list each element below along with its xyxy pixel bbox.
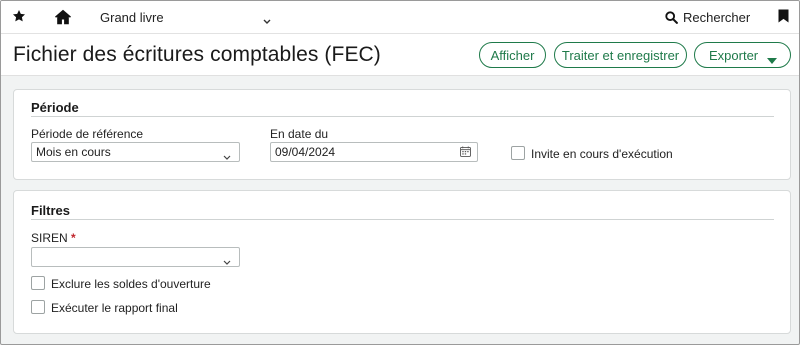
final-report-checkbox[interactable] [31,300,45,314]
filtres-title: Filtres [31,203,71,218]
periode-panel: Période Période de référence Mois en cou… [13,89,791,180]
as-of-date-value: 09/04/2024 [275,145,336,159]
invite-label: Invite en cours d'exécution [531,147,673,161]
siren-select[interactable] [31,247,240,267]
reference-period-select[interactable]: Mois en cours [31,142,240,162]
filtres-panel: Filtres SIREN * Exclure les soldes d'ouv… [13,190,791,334]
required-marker: * [71,231,76,245]
page-title: Fichier des écritures comptables (FEC) [13,43,381,66]
periode-title: Période [31,100,79,115]
exporter-button[interactable]: Exporter [694,42,791,68]
star-icon[interactable] [12,9,26,28]
exporter-label: Exporter [709,47,759,63]
reference-period-label: Période de référence [31,127,144,141]
invite-checkbox[interactable] [511,146,525,160]
calendar-icon[interactable] [460,146,471,160]
search-label: Rechercher [683,10,751,25]
siren-label: SIREN * [31,231,76,245]
search-button[interactable]: Rechercher [665,1,750,34]
search-icon [665,11,678,24]
home-icon[interactable] [54,9,72,30]
top-nav-bar: Grand livre Rechercher [1,1,799,34]
module-label: Grand livre [100,10,164,25]
chevron-down-icon [223,149,231,163]
final-report-label: Exécuter le rapport final [51,301,178,315]
as-of-date-label: En date du [270,127,329,141]
exclude-opening-balances-label: Exclure les soldes d'ouverture [51,277,211,291]
page-header: Fichier des écritures comptables (FEC) A… [1,34,799,76]
divider [31,116,774,117]
divider [31,219,774,220]
chevron-down-icon [263,13,271,28]
bookmark-icon[interactable] [778,9,789,28]
module-selector[interactable]: Grand livre [100,1,280,34]
reference-period-value: Mois en cours [36,145,111,159]
siren-label-text: SIREN [31,231,68,245]
app-frame: Grand livre Rechercher Fichier des écrit… [0,0,800,345]
chevron-down-icon [223,254,231,268]
afficher-button[interactable]: Afficher [479,42,546,68]
exclude-opening-balances-checkbox[interactable] [31,276,45,290]
as-of-date-input[interactable]: 09/04/2024 [270,142,478,162]
traiter-enregistrer-button[interactable]: Traiter et enregistrer [554,42,687,68]
caret-down-icon [767,52,777,67]
